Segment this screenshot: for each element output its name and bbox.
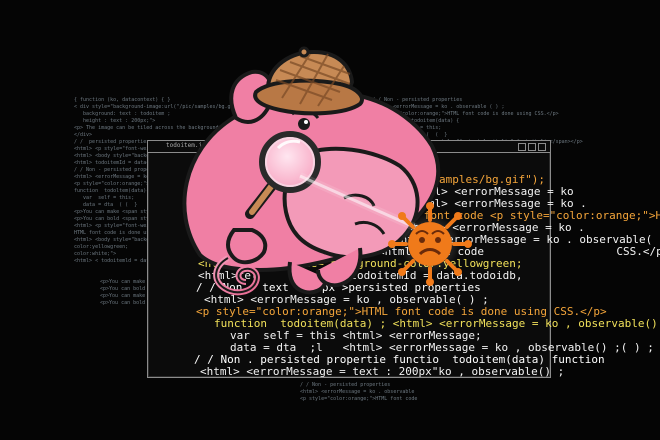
background-code-line: <html> <errorMessage = ko . observable (… <box>372 104 505 110</box>
background-code-line: function todoitem(data) { <box>372 118 460 124</box>
background-code-line: { function (ko, datacontext) { } <box>74 97 171 103</box>
minimize-icon[interactable] <box>518 143 526 151</box>
close-icon[interactable] <box>538 143 546 151</box>
background-code-line: data = dta ( ( } <box>372 132 448 138</box>
background-code-line: / / Non - persisted properties <box>300 382 391 388</box>
background-code-line: < div style="background-image:url("/pic/… <box>74 104 246 110</box>
maximize-icon[interactable] <box>528 143 536 151</box>
background-code-line: <p style="color:orange;">HTML font code <box>300 396 418 402</box>
background-code-line: background: text : todoitem ; <box>74 111 171 117</box>
background-code-line: <p> The image can be tiled across the ba… <box>74 125 342 131</box>
code-area[interactable]: ("/pic/samples/bg.gif"); <html> <errorMe… <box>148 153 660 378</box>
background-code-line: var self = this; <box>372 125 442 131</box>
background-code-right: / / Non - persisted properties <html> <er… <box>372 97 583 146</box>
background-code-line: </div> <box>74 132 93 138</box>
background-code-line: <html> <errorMessage = ko . observable <box>300 389 415 395</box>
background-code-line: <p style="color:orange;">HTML font code … <box>372 111 559 117</box>
background-code-line: / / Non - persisted properties <box>372 97 463 103</box>
background-code-line: height : text : 200px;"> <box>74 118 156 124</box>
code-editor-window[interactable]: todoitem.js - persisted properties ("/pi… <box>147 140 660 378</box>
window-title: todoitem.js - persisted properties <box>166 142 289 149</box>
window-titlebar[interactable]: todoitem.js - persisted properties <box>148 141 550 153</box>
code-line: <html> <errorMessage = text : 200px"ko ,… <box>200 365 565 378</box>
background-code-bottom-center: / / Non - persisted properties <html> <er… <box>300 382 417 403</box>
